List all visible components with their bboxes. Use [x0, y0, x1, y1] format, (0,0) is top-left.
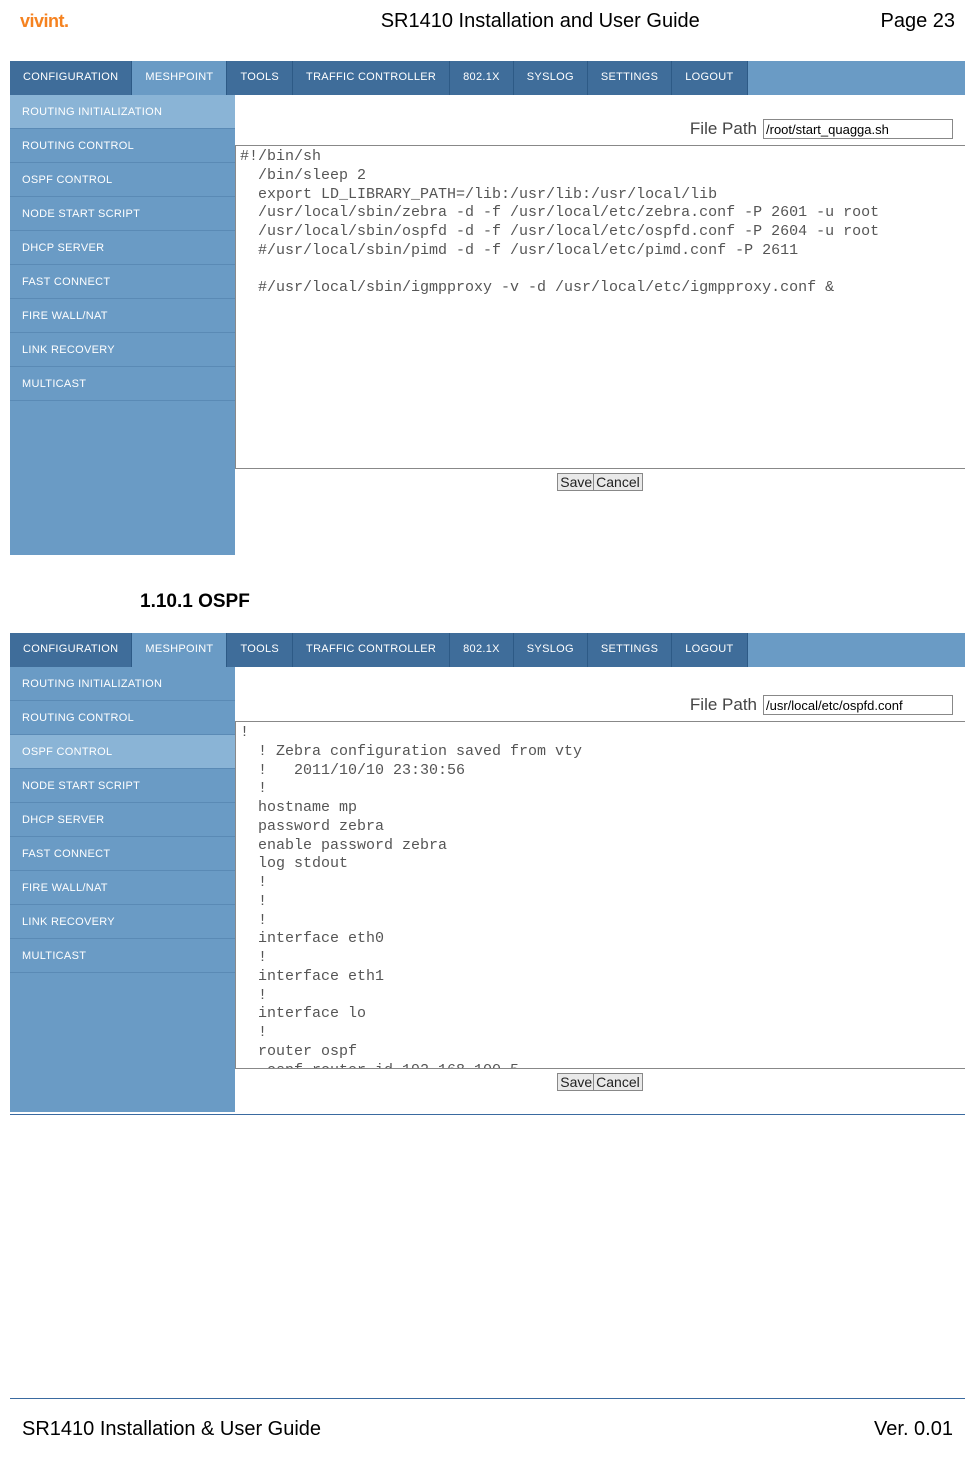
- top-tabs: CONFIGURATION MESHPOINT TOOLS TRAFFIC CO…: [10, 61, 965, 95]
- sidebar-item-routing-initialization[interactable]: ROUTING INITIALIZATION: [10, 95, 235, 129]
- tab-meshpoint[interactable]: MESHPOINT: [132, 61, 227, 95]
- footer-right: Ver. 0.01: [874, 1418, 953, 1441]
- sidebar-item-fast-connect[interactable]: FAST CONNECT: [10, 265, 235, 299]
- tab-spacer: [748, 633, 966, 667]
- script-editor[interactable]: #!/bin/sh /bin/sleep 2 export LD_LIBRARY…: [235, 145, 965, 469]
- button-row: SaveCancel: [235, 1069, 965, 1100]
- divider: [10, 1114, 965, 1115]
- section-heading-ospf: 1.10.1 OSPF: [140, 591, 975, 613]
- sidebar-item-node-start-script[interactable]: NODE START SCRIPT: [10, 769, 235, 803]
- file-path-input[interactable]: [763, 119, 953, 139]
- footer-left: SR1410 Installation & User Guide: [22, 1418, 321, 1441]
- config-panel-ospf: CONFIGURATION MESHPOINT TOOLS TRAFFIC CO…: [10, 633, 965, 1112]
- file-path-label: File Path: [690, 695, 757, 715]
- page-footer: SR1410 Installation & User Guide Ver. 0.…: [0, 1418, 975, 1441]
- sidebar-item-routing-initialization[interactable]: ROUTING INITIALIZATION: [10, 667, 235, 701]
- cancel-button[interactable]: Cancel: [593, 473, 643, 491]
- vivint-logo: vivint.: [20, 11, 200, 32]
- tab-8021x[interactable]: 802.1X: [450, 633, 514, 667]
- sidebar-item-firewall-nat[interactable]: FIRE WALL/NAT: [10, 871, 235, 905]
- tab-settings[interactable]: SETTINGS: [588, 633, 672, 667]
- button-row: SaveCancel: [235, 469, 965, 500]
- sidebar-item-multicast[interactable]: MULTICAST: [10, 367, 235, 401]
- tab-configuration[interactable]: CONFIGURATION: [10, 633, 132, 667]
- sidebar-item-firewall-nat[interactable]: FIRE WALL/NAT: [10, 299, 235, 333]
- tab-traffic-controller[interactable]: TRAFFIC CONTROLLER: [293, 633, 450, 667]
- save-button[interactable]: Save: [557, 473, 595, 491]
- tab-meshpoint[interactable]: MESHPOINT: [132, 633, 227, 667]
- script-editor[interactable]: ! ! Zebra configuration saved from vty !…: [235, 721, 965, 1069]
- footer-divider: [10, 1398, 965, 1399]
- file-path-label: File Path: [690, 119, 757, 139]
- tab-tools[interactable]: TOOLS: [227, 61, 293, 95]
- sidebar-item-link-recovery[interactable]: LINK RECOVERY: [10, 333, 235, 367]
- sidebar-item-node-start-script[interactable]: NODE START SCRIPT: [10, 197, 235, 231]
- config-panel-routing-init: CONFIGURATION MESHPOINT TOOLS TRAFFIC CO…: [10, 61, 965, 555]
- page-number: Page 23: [880, 10, 955, 33]
- sidebar-item-ospf-control[interactable]: OSPF CONTROL: [10, 735, 235, 769]
- tab-spacer: [748, 61, 966, 95]
- tab-traffic-controller[interactable]: TRAFFIC CONTROLLER: [293, 61, 450, 95]
- cancel-button[interactable]: Cancel: [593, 1073, 643, 1091]
- tab-logout[interactable]: LOGOUT: [672, 633, 747, 667]
- tab-tools[interactable]: TOOLS: [227, 633, 293, 667]
- tab-logout[interactable]: LOGOUT: [672, 61, 747, 95]
- tab-syslog[interactable]: SYSLOG: [514, 61, 588, 95]
- sidebar-item-routing-control[interactable]: ROUTING CONTROL: [10, 701, 235, 735]
- sidebar-item-link-recovery[interactable]: LINK RECOVERY: [10, 905, 235, 939]
- sidebar-item-dhcp-server[interactable]: DHCP SERVER: [10, 231, 235, 265]
- tab-syslog[interactable]: SYSLOG: [514, 633, 588, 667]
- tab-settings[interactable]: SETTINGS: [588, 61, 672, 95]
- sidebar-item-multicast[interactable]: MULTICAST: [10, 939, 235, 973]
- sidebar: ROUTING INITIALIZATION ROUTING CONTROL O…: [10, 667, 235, 1112]
- sidebar: ROUTING INITIALIZATION ROUTING CONTROL O…: [10, 95, 235, 555]
- sidebar-item-routing-control[interactable]: ROUTING CONTROL: [10, 129, 235, 163]
- tab-configuration[interactable]: CONFIGURATION: [10, 61, 132, 95]
- doc-title: SR1410 Installation and User Guide: [200, 10, 880, 33]
- sidebar-item-dhcp-server[interactable]: DHCP SERVER: [10, 803, 235, 837]
- top-tabs: CONFIGURATION MESHPOINT TOOLS TRAFFIC CO…: [10, 633, 965, 667]
- sidebar-item-ospf-control[interactable]: OSPF CONTROL: [10, 163, 235, 197]
- sidebar-item-fast-connect[interactable]: FAST CONNECT: [10, 837, 235, 871]
- save-button[interactable]: Save: [557, 1073, 595, 1091]
- tab-8021x[interactable]: 802.1X: [450, 61, 514, 95]
- page-header: vivint. SR1410 Installation and User Gui…: [0, 0, 975, 41]
- file-path-input[interactable]: [763, 695, 953, 715]
